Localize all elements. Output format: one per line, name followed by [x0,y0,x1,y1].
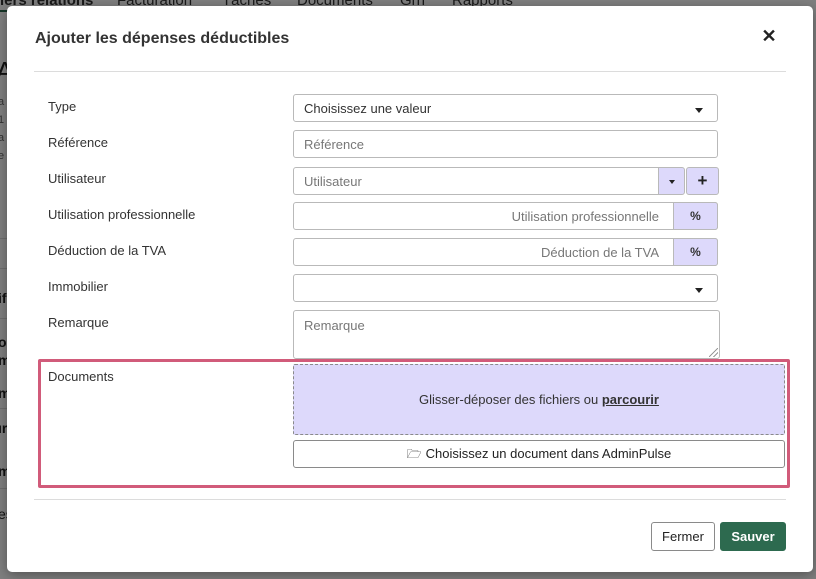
real-estate-select[interactable] [293,274,718,302]
reference-label: Référence [48,135,108,150]
type-select-value: Choisissez une valeur [304,101,432,116]
reference-placeholder: Référence [304,137,364,152]
save-button[interactable]: Sauver [720,522,786,551]
resize-handle[interactable] [709,348,718,357]
professional-use-label: Utilisation professionnelle [48,207,196,222]
remark-label: Remarque [48,315,109,330]
choose-adminpulse-document-button[interactable]: 🗁 Choisissez un document dans AdminPulse [293,440,785,468]
add-user-button[interactable]: + [686,167,719,195]
chevron-down-icon [669,180,675,184]
percent-addon: % [673,238,718,266]
chevron-down-icon [695,108,703,113]
type-label: Type [48,99,77,114]
folder-open-icon: 🗁 [406,447,422,461]
vat-deduction-placeholder: Déduction de la TVA [540,245,659,260]
type-select[interactable]: Choisissez une valeur [293,94,718,122]
close-button[interactable]: Fermer [651,522,715,551]
user-dropdown-button[interactable] [658,167,685,195]
reference-input[interactable]: Référence [293,130,718,158]
user-select[interactable]: Utilisateur [293,167,659,195]
choose-document-label: Choisissez un document dans AdminPulse [425,446,672,461]
percent-addon: % [673,202,718,230]
user-placeholder: Utilisateur [304,174,362,189]
footer-divider [34,499,786,500]
real-estate-label: Immobilier [48,279,108,294]
vat-deduction-label: Déduction de la TVA [48,243,167,258]
user-label: Utilisateur [48,171,106,186]
file-dropzone[interactable]: Glisser-déposer des fichiers ou parcouri… [293,364,785,435]
dropzone-text: Glisser-déposer des fichiers ou [419,392,602,407]
professional-use-placeholder: Utilisation professionnelle [511,209,659,224]
add-deductible-expense-modal: Ajouter les dépenses déductibles ✕ Type … [7,6,813,572]
remark-textarea[interactable] [293,310,720,359]
chevron-down-icon [695,288,703,293]
close-icon[interactable]: ✕ [760,26,778,46]
browse-link[interactable]: parcourir [602,392,659,407]
vat-deduction-input[interactable]: Déduction de la TVA % [293,238,718,266]
modal-title: Ajouter les dépenses déductibles [35,30,290,47]
professional-use-input[interactable]: Utilisation professionnelle % [293,202,718,230]
documents-label: Documents [48,369,114,384]
header-divider [34,71,786,72]
